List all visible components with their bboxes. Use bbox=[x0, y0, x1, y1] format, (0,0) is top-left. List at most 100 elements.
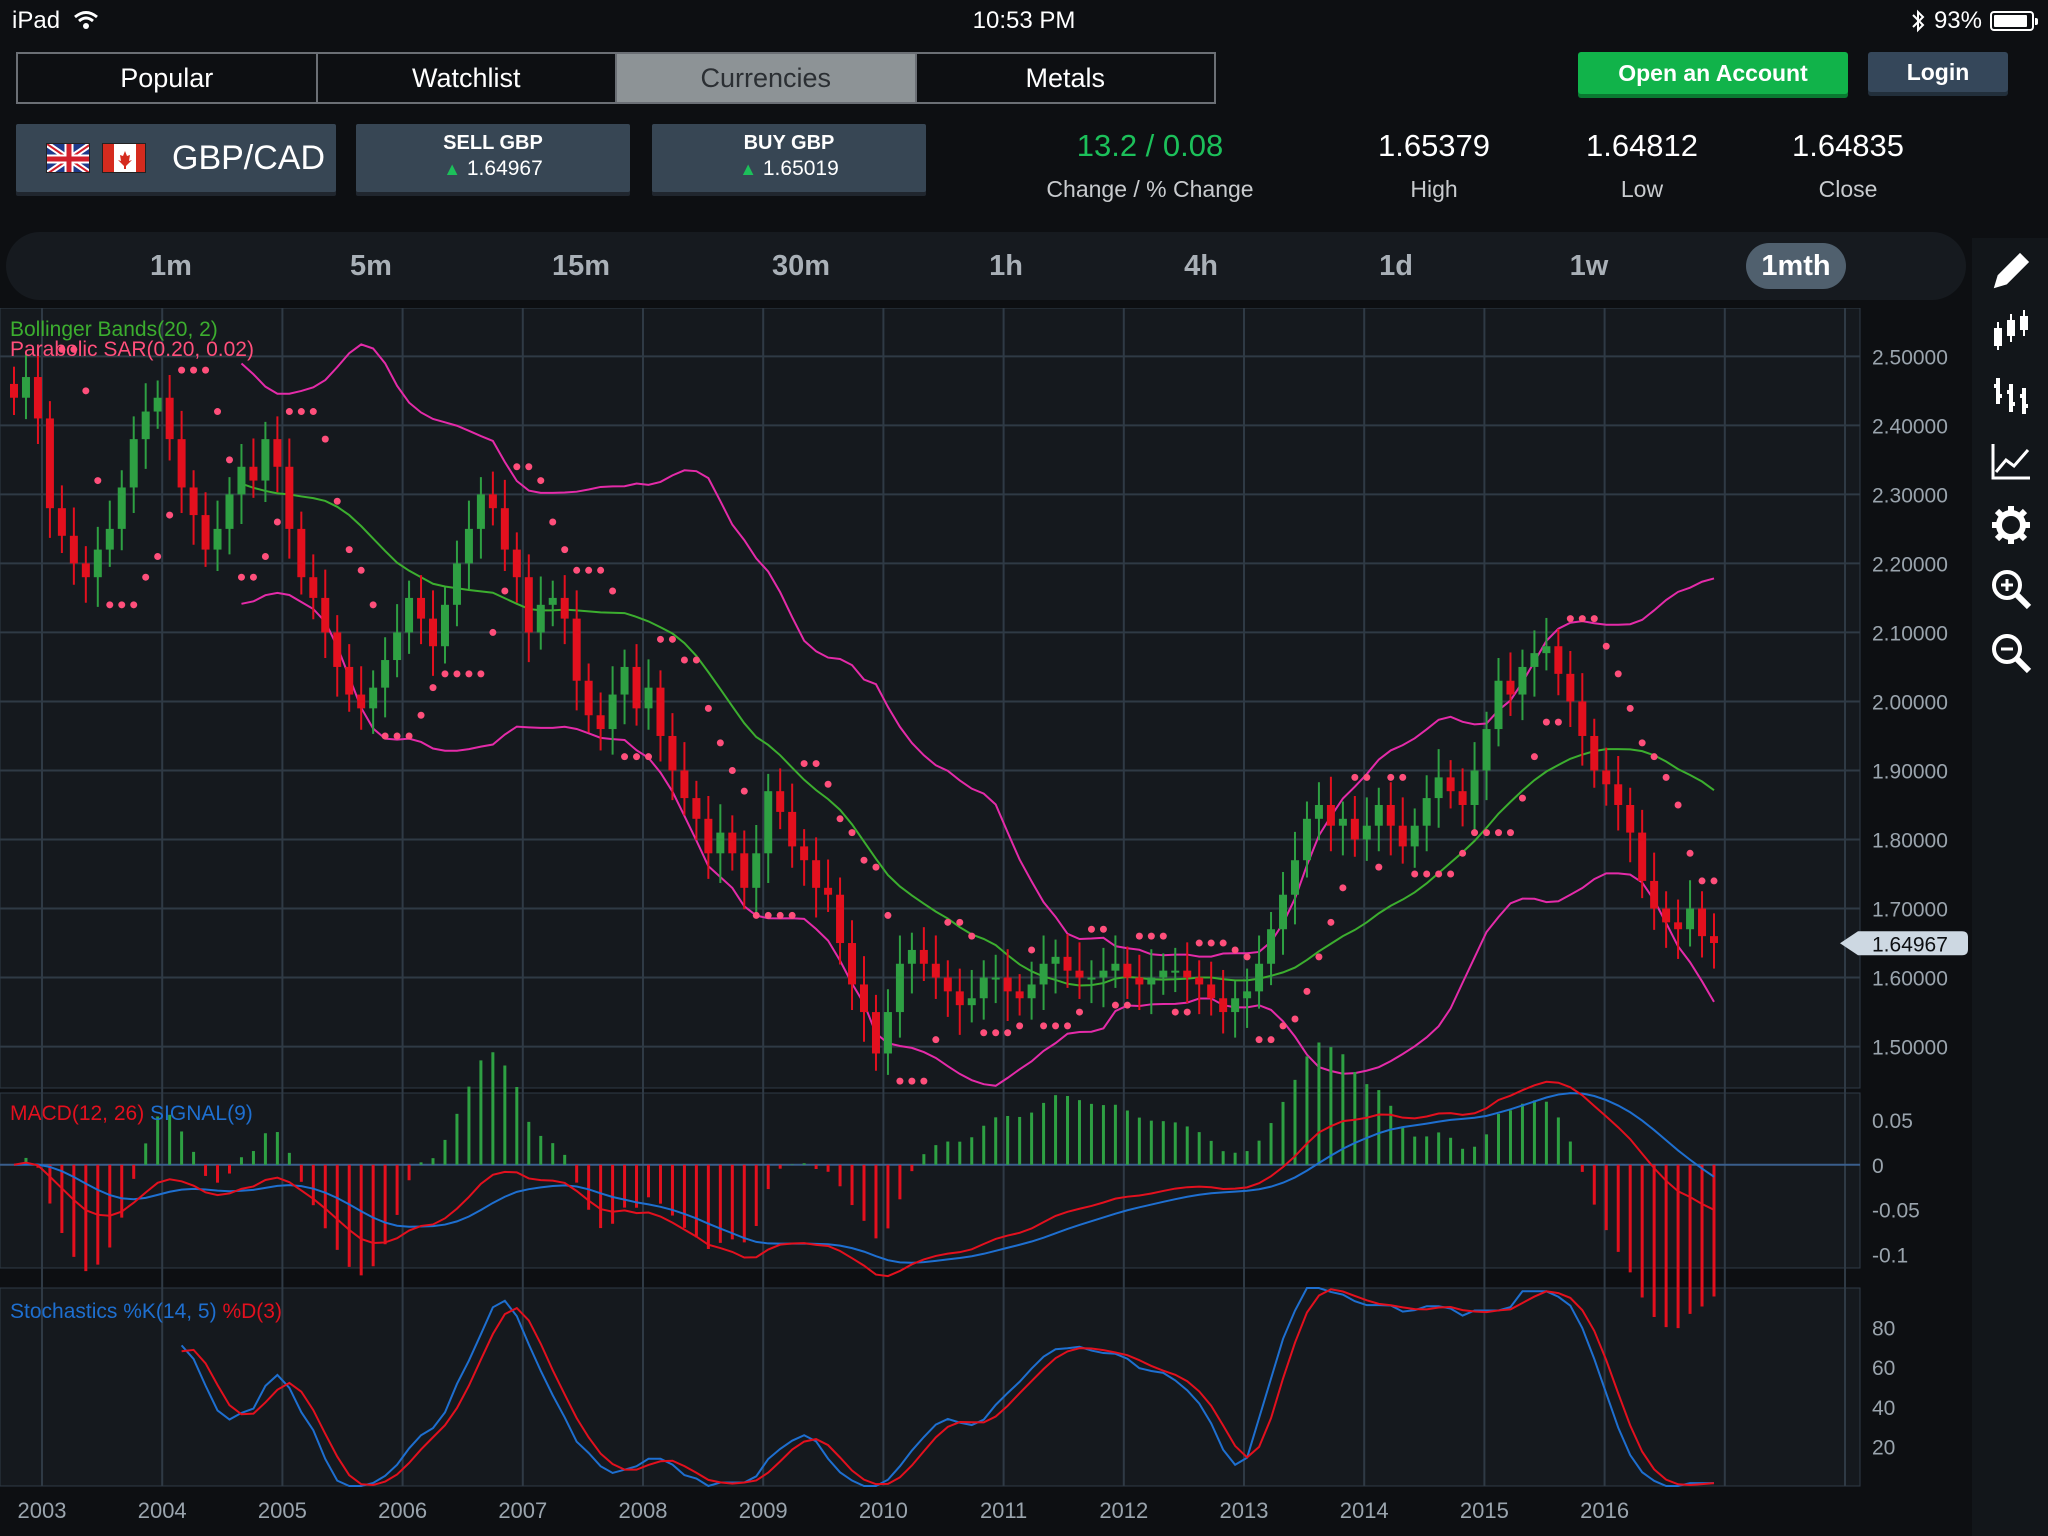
sar-dot bbox=[190, 366, 198, 374]
candle-body bbox=[1123, 963, 1132, 978]
candle-body bbox=[1638, 832, 1647, 881]
sar-dot bbox=[776, 911, 784, 919]
change-stat: 13.2 / 0.08 Change / % Change bbox=[1030, 128, 1270, 203]
sar-dot bbox=[932, 1036, 940, 1044]
gear-icon[interactable] bbox=[1990, 504, 2032, 546]
sar-dot bbox=[405, 732, 413, 740]
tab-popular[interactable]: Popular bbox=[18, 54, 318, 102]
sar-dot bbox=[585, 566, 593, 574]
timeframe-30m[interactable]: 30m bbox=[756, 232, 846, 300]
zoom-in-icon[interactable] bbox=[1990, 568, 2032, 610]
candle-body bbox=[632, 666, 641, 709]
sar-dot bbox=[968, 932, 976, 940]
candle-body bbox=[1314, 804, 1323, 819]
zoom-out-icon[interactable] bbox=[1990, 632, 2032, 674]
sar-dot bbox=[525, 463, 533, 471]
sar-dot bbox=[297, 408, 305, 416]
candle-body bbox=[1099, 970, 1108, 978]
sar-dot bbox=[1363, 773, 1371, 781]
timeframe-4h[interactable]: 4h bbox=[1166, 232, 1236, 300]
candle-body bbox=[464, 528, 473, 564]
timeframe-5m[interactable]: 5m bbox=[336, 232, 406, 300]
sar-dot bbox=[237, 573, 245, 581]
timeframe-1m[interactable]: 1m bbox=[136, 232, 206, 300]
low-label: Low bbox=[1620, 176, 1664, 202]
sar-dot bbox=[645, 753, 653, 761]
sar-dot bbox=[668, 635, 676, 643]
sar-dot bbox=[393, 732, 401, 740]
sar-dot bbox=[1231, 946, 1239, 954]
login-button[interactable]: Login bbox=[1868, 52, 2008, 92]
sar-dot bbox=[896, 1077, 904, 1085]
sar-dot bbox=[1387, 773, 1395, 781]
candle-body bbox=[907, 949, 916, 964]
up-arrow-icon: ▲ bbox=[739, 159, 758, 179]
stochastics-legend: Stochastics %K(14, 5) %D(3) bbox=[10, 1300, 282, 1324]
sar-dot bbox=[860, 856, 868, 864]
sar-dot bbox=[1626, 704, 1634, 712]
sar-dot bbox=[752, 911, 760, 919]
candle-body bbox=[500, 508, 509, 550]
candle-body bbox=[1362, 825, 1371, 840]
bar-chart-icon[interactable] bbox=[1990, 374, 2032, 416]
timeframe-1d[interactable]: 1d bbox=[1361, 232, 1431, 300]
year-tick-label: 2006 bbox=[378, 1498, 427, 1523]
sar-dot bbox=[1255, 1036, 1263, 1044]
open-account-button[interactable]: Open an Account bbox=[1578, 52, 1848, 94]
candle-body bbox=[1338, 818, 1347, 826]
line-chart-icon[interactable] bbox=[1990, 440, 2032, 482]
timeframe-15m[interactable]: 15m bbox=[541, 232, 621, 300]
timeframe-1mth[interactable]: 1mth bbox=[1746, 243, 1846, 289]
price-chart[interactable]: 2.50000 2.40000 2.30000 2.20000 2.10000 2.000… bbox=[0, 308, 1972, 1536]
currency-pair-selector[interactable]: GBP/CAD bbox=[16, 124, 336, 192]
sar-dot bbox=[261, 552, 269, 560]
candlestick-icon[interactable] bbox=[1990, 310, 2032, 352]
candle-body bbox=[1614, 784, 1623, 805]
year-tick-label: 2015 bbox=[1460, 1498, 1509, 1523]
sar-dot bbox=[1614, 670, 1622, 678]
low-stat: 1.64812 Low bbox=[1562, 128, 1722, 203]
sar-dot bbox=[333, 497, 341, 505]
sar-dot bbox=[1423, 870, 1431, 878]
candle-body bbox=[548, 597, 557, 605]
candle-body bbox=[1398, 825, 1407, 847]
sar-dot bbox=[728, 766, 736, 774]
battery-icon bbox=[1990, 11, 2038, 31]
sell-price: 1.64967 bbox=[466, 157, 543, 180]
candle-body bbox=[165, 397, 174, 440]
sar-dot bbox=[501, 587, 509, 595]
candle-body bbox=[345, 666, 354, 695]
candle-body bbox=[979, 977, 988, 999]
sar-dot bbox=[417, 711, 425, 719]
pencil-icon[interactable] bbox=[1990, 250, 2032, 292]
year-tick-label: 2014 bbox=[1340, 1498, 1389, 1523]
timeframe-1h[interactable]: 1h bbox=[971, 232, 1041, 300]
sar-dot bbox=[489, 628, 497, 636]
sar-dot bbox=[824, 780, 832, 788]
sar-dot bbox=[513, 463, 521, 471]
candle-body bbox=[357, 694, 366, 709]
sar-dot bbox=[381, 732, 389, 740]
candle-body bbox=[848, 943, 857, 985]
candle-body bbox=[1602, 770, 1611, 785]
sell-button[interactable]: SELL GBP ▲ 1.64967 bbox=[356, 124, 630, 192]
candle-body bbox=[297, 528, 306, 578]
tab-watchlist[interactable]: Watchlist bbox=[317, 54, 617, 102]
candle-body bbox=[1518, 666, 1527, 695]
sar-dot bbox=[1279, 1022, 1287, 1030]
tab-currencies[interactable]: Currencies bbox=[617, 54, 917, 102]
buy-button[interactable]: BUY GBP ▲ 1.65019 bbox=[652, 124, 926, 192]
tab-metals[interactable]: Metals bbox=[916, 54, 1214, 102]
candle-body bbox=[967, 998, 976, 1006]
chart-toolbar bbox=[1972, 238, 2048, 1536]
sar-dot bbox=[1207, 939, 1215, 947]
price-tick-label: 1.50000 bbox=[1872, 1037, 1948, 1060]
sar-dot bbox=[1650, 753, 1658, 761]
candle-body bbox=[105, 528, 114, 550]
sar-dot bbox=[118, 601, 126, 609]
change-value: 13.2 / 0.08 bbox=[1076, 128, 1224, 163]
candle-body bbox=[189, 487, 198, 516]
timeframe-1w[interactable]: 1w bbox=[1554, 232, 1624, 300]
sar-dot bbox=[1315, 953, 1323, 961]
candle-body bbox=[201, 515, 210, 550]
